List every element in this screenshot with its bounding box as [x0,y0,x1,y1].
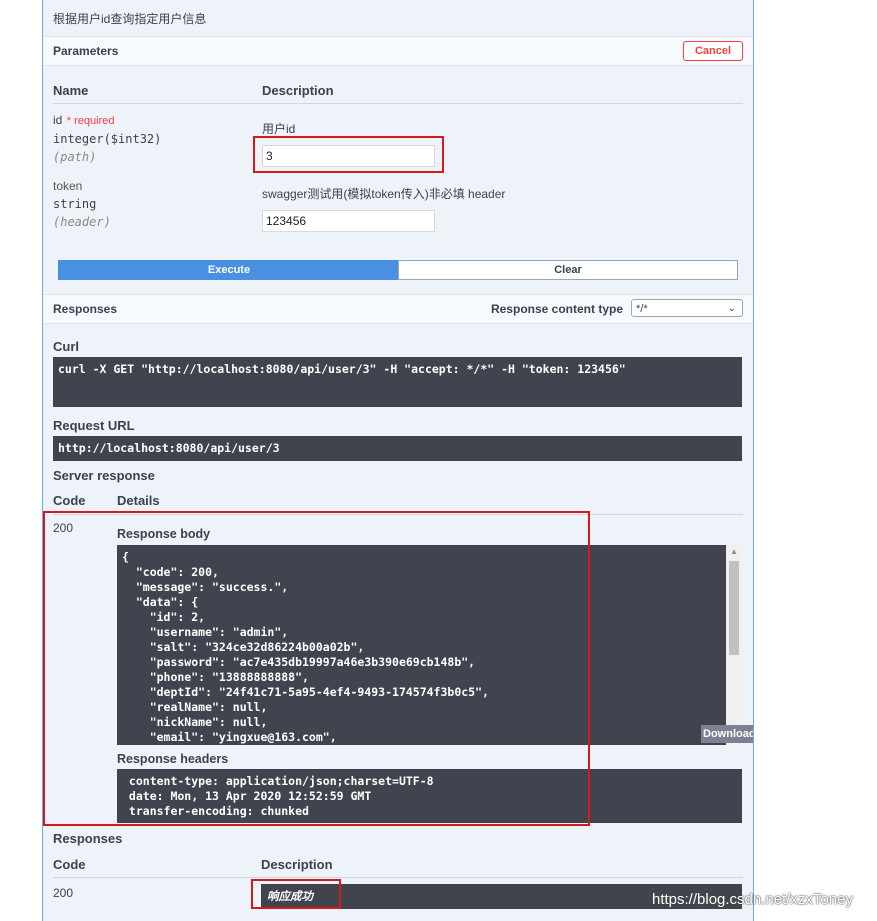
highlight-box [43,511,590,826]
response-code: 200 [53,886,74,900]
col-code-header: Code [53,857,86,872]
col-name-header: Name [53,83,89,98]
server-response-label: Server response [53,468,155,483]
required-marker: * required [66,115,115,127]
param-type: integer($int32) [53,132,162,146]
param-name: token [53,179,83,193]
token-input[interactable]: 123456 [262,210,435,232]
param-name: id [53,113,63,127]
clear-button[interactable]: Clear [398,260,738,280]
execute-button[interactable]: Execute [58,260,400,280]
scrollbar-thumb[interactable] [729,561,739,655]
param-location: (header) [53,215,111,229]
param-type: string [53,197,97,211]
operation-panel: 根据用户id查询指定用户信息 Parameters Cancel Name De… [42,0,754,921]
highlight-box [251,879,341,909]
scroll-up-icon[interactable]: ▲ [730,547,738,556]
param-location: (path) [53,150,97,164]
col-description-header: Description [262,83,334,98]
responses-table-title: Responses [53,831,123,846]
param-id-name: id * required [53,111,115,129]
download-button[interactable]: Download [701,725,753,743]
param-description: 用户id [262,122,296,136]
curl-command: curl -X GET "http://localhost:8080/api/u… [53,357,742,407]
parameters-title: Parameters [53,44,119,58]
chevron-down-icon: ⌄ [727,303,736,314]
highlight-box [253,136,444,173]
request-url-label: Request URL [53,418,135,433]
content-type-label: Response content type [490,302,623,316]
col-code-header: Code [53,493,86,508]
curl-label: Curl [53,339,79,354]
content-type-select[interactable]: */* ⌄ [631,299,743,317]
request-url-value: http://localhost:8080/api/user/3 [53,436,742,461]
response-body-scrollbar[interactable]: ▲ [726,545,742,745]
responses-title: Responses [53,302,118,316]
params-divider [53,103,743,104]
col-details-header: Details [117,493,160,508]
watermark: https://blog.csdn.net/xzxToney [652,891,853,908]
operation-summary: 根据用户id查询指定用户信息 [53,12,207,26]
parameters-header: Parameters Cancel [43,36,753,66]
content-type-value: */* [636,303,648,315]
responses-divider [53,877,743,878]
param-description: swagger测试用(模拟token传入)非必填 header [262,187,506,201]
responses-header: Responses Response content type */* ⌄ [43,294,753,324]
cancel-button[interactable]: Cancel [683,41,743,61]
col-description-header: Description [261,857,333,872]
